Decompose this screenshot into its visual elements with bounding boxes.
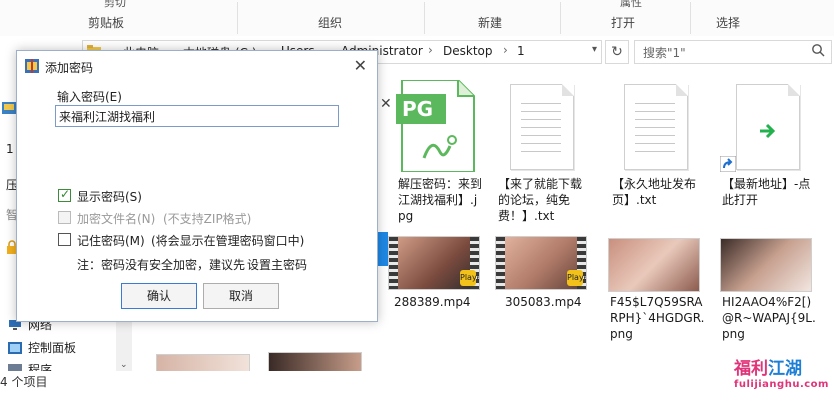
chevron-right-icon[interactable]: ›	[428, 43, 433, 57]
password-label: 输入密码(E)	[57, 90, 122, 104]
security-note: 注：密码没有安全加密，建议先	[77, 258, 246, 272]
shortcut-arrow-icon	[720, 156, 736, 172]
watermark-text: 江湖	[768, 359, 802, 379]
watermark-text: 福利	[734, 359, 768, 379]
item-count: 4 个项目	[0, 375, 48, 389]
control-panel-icon	[8, 342, 22, 354]
show-password-checkbox[interactable]: ✓	[58, 187, 71, 202]
add-password-dialog: 添加密码 ✕ 输入密码(E) 来福利江湖找福利 ✓ 显示密码(S) 加密文件名(…	[16, 50, 378, 322]
ribbon: 剪切 属性 剪贴板 组织 新建 打开 选择	[0, 0, 834, 37]
jpg-icon-mark: PG	[402, 97, 434, 121]
chevron-down-icon[interactable]: ⌄	[120, 360, 128, 370]
ribbon-separator	[237, 2, 238, 34]
search-placeholder: 搜索"1"	[643, 46, 686, 60]
password-input[interactable]: 来福利江湖找福利	[55, 105, 339, 127]
remember-password-note: (将会显示在管理密码窗口中)	[151, 234, 305, 248]
set-master-password-link[interactable]: 设置主密码	[247, 256, 307, 273]
image-thumbnail	[608, 238, 700, 292]
ribbon-cut-label: 剪切	[104, 0, 126, 9]
status-bar: 4 个项目	[0, 371, 834, 401]
refresh-icon: ↻	[611, 44, 623, 60]
dialog-title: 添加密码	[45, 61, 94, 75]
close-icon[interactable]: ✕	[380, 96, 392, 112]
image-thumbnail	[720, 238, 812, 292]
video-thumbnail: Player	[388, 236, 480, 290]
player-badge-icon: Player	[567, 270, 586, 286]
encrypt-filenames-label[interactable]: 加密文件名(N)	[77, 210, 155, 227]
nav-partial-label: 1	[6, 142, 14, 156]
check-icon: ✓	[60, 187, 71, 201]
close-icon[interactable]: ✕	[354, 56, 367, 75]
encrypt-filenames-checkbox[interactable]	[58, 211, 71, 224]
archive-icon	[25, 59, 39, 73]
file-name: F45$L7Q59SRARPH}`4HGDGR.png	[610, 295, 705, 341]
arrow-right-icon	[760, 123, 776, 139]
file-name: 【最新地址】-点此打开	[722, 177, 811, 207]
encrypt-filenames-note: (不支持ZIP格式)	[163, 212, 252, 226]
ribbon-group-clipboard: 剪贴板	[88, 16, 125, 30]
shortcut-file-icon	[736, 84, 800, 170]
text-file-icon	[624, 84, 688, 170]
chevron-right-icon[interactable]: ›	[503, 43, 508, 57]
image-thumbnail[interactable]	[268, 352, 362, 373]
file-name: HI2AAO4%F2[)@R~WAPAJ{9L.png	[722, 295, 816, 341]
text-file-icon	[510, 84, 574, 170]
search-icon[interactable]	[811, 43, 825, 57]
sidebar-item-control-panel[interactable]: 控制面板	[8, 339, 76, 356]
remember-password-label[interactable]: 记住密码(M)	[77, 232, 145, 249]
file-name: 305083.mp4	[505, 295, 582, 309]
video-thumbnail: Player	[495, 236, 587, 290]
chevron-down-icon[interactable]: ▾	[592, 44, 597, 55]
ribbon-properties-label: 属性	[620, 0, 642, 9]
remember-password-checkbox[interactable]	[58, 233, 71, 246]
ribbon-separator	[690, 2, 691, 34]
ribbon-separator	[424, 2, 425, 34]
ribbon-group-new: 新建	[478, 16, 503, 30]
ribbon-group-organize: 组织	[318, 16, 343, 30]
ribbon-group-select: 选择	[716, 16, 741, 30]
dialog-titlebar[interactable]: 添加密码 ✕	[17, 51, 377, 81]
crumb-desktop[interactable]: Desktop	[443, 44, 493, 58]
watermark-domain: fulijianghu.com	[734, 379, 829, 390]
player-badge-icon: Player	[460, 270, 479, 286]
ribbon-separator	[560, 2, 561, 34]
image-file-icon	[396, 80, 475, 172]
file-name: 288389.mp4	[394, 295, 471, 309]
cancel-button[interactable]: 取消	[203, 283, 279, 309]
ok-button[interactable]: 确认	[121, 283, 197, 309]
crumb-folder-1[interactable]: 1	[517, 44, 525, 58]
refresh-button[interactable]: ↻	[605, 40, 629, 64]
file-name: 解压密码：来到江湖找福利】.jpg	[398, 177, 483, 223]
sidebar-item-label: 控制面板	[28, 341, 77, 355]
ribbon-group-open: 打开	[611, 16, 636, 30]
show-password-label[interactable]: 显示密码(S)	[77, 188, 142, 205]
search-input[interactable]: 搜索"1"	[634, 40, 832, 64]
file-name: 【来了就能下载的论坛，纯免费！】.txt	[498, 177, 583, 223]
watermark-logo: 福利江湖 fulijianghu.com	[734, 354, 830, 390]
file-name: 【永久地址发布页】.txt	[612, 177, 697, 207]
